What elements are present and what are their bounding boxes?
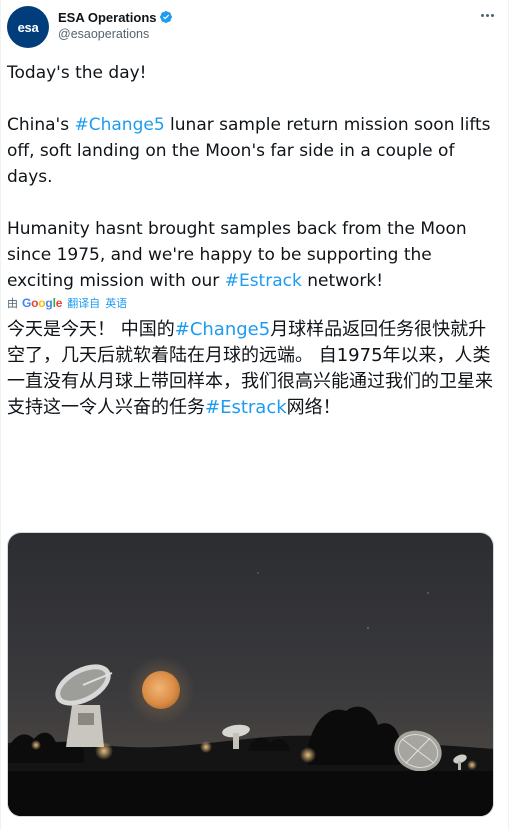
tweet-spacer	[7, 86, 502, 112]
star	[427, 592, 429, 594]
ground-light	[300, 747, 316, 763]
translated-line-1: 今天是今天！	[7, 319, 115, 340]
tweet-photo[interactable]	[7, 532, 494, 817]
ground-light	[95, 742, 113, 760]
tweet-header: esa ESA Operations @esaoperations	[7, 6, 504, 48]
translated-p3-after: 网络！	[286, 397, 341, 418]
avatar[interactable]: esa	[7, 6, 49, 48]
tweet-line-1: Today's the day!	[7, 63, 147, 83]
translated-by-label: 由	[7, 298, 18, 310]
more-options-icon[interactable]	[476, 8, 498, 22]
tweet-paragraph-2: China's #Change5 lunar sample return mis…	[7, 112, 502, 190]
translated-hashtag-link-change5[interactable]: #Change5	[175, 319, 270, 340]
translate-from-link[interactable]: 翻译自	[67, 295, 100, 311]
tweet-p2-text-before: China's	[7, 115, 75, 135]
tweet: esa ESA Operations @esaoperations Today'…	[0, 0, 509, 830]
tweet-text: Today's the day! China's #Change5 lunar …	[7, 60, 502, 294]
more-dot	[485, 13, 489, 17]
ground-light	[31, 740, 41, 750]
ground-light	[467, 760, 477, 770]
translated-hashtag-link-estrack[interactable]: #Estrack	[205, 397, 287, 418]
source-language-link[interactable]: 英语	[105, 295, 127, 311]
hashtag-link-estrack[interactable]: #Estrack	[225, 271, 302, 291]
tweet-p3-text-after: network!	[301, 271, 384, 291]
handle[interactable]: @esaoperations	[58, 27, 173, 41]
tweet-spacer	[7, 190, 502, 216]
tweet-paragraph-3: Humanity hasnt brought samples back from…	[7, 216, 502, 294]
moon	[142, 671, 180, 709]
author-names: ESA Operations @esaoperations	[58, 8, 173, 41]
more-dot	[480, 13, 484, 17]
avatar-logo-text: esa	[17, 19, 39, 35]
display-name[interactable]: ESA Operations	[58, 10, 156, 25]
ground-light	[200, 741, 212, 753]
translated-text: 今天是今天！ 中国的#Change5月球样品返回任务很快就升空了，几天后就软着陆…	[7, 317, 502, 421]
translation-bar: 由 Google 翻译自 英语	[7, 295, 132, 311]
star	[257, 572, 259, 574]
star	[367, 627, 369, 629]
verified-badge-icon	[160, 11, 173, 23]
more-dot	[490, 13, 494, 17]
hashtag-link-change5[interactable]: #Change5	[75, 115, 165, 135]
google-logo: Google	[22, 296, 63, 310]
display-name-row: ESA Operations	[58, 8, 173, 26]
translated-p2-before: 中国的	[120, 319, 175, 340]
night-moon-antenna-photo	[8, 533, 493, 816]
foreground-ground	[8, 771, 493, 816]
